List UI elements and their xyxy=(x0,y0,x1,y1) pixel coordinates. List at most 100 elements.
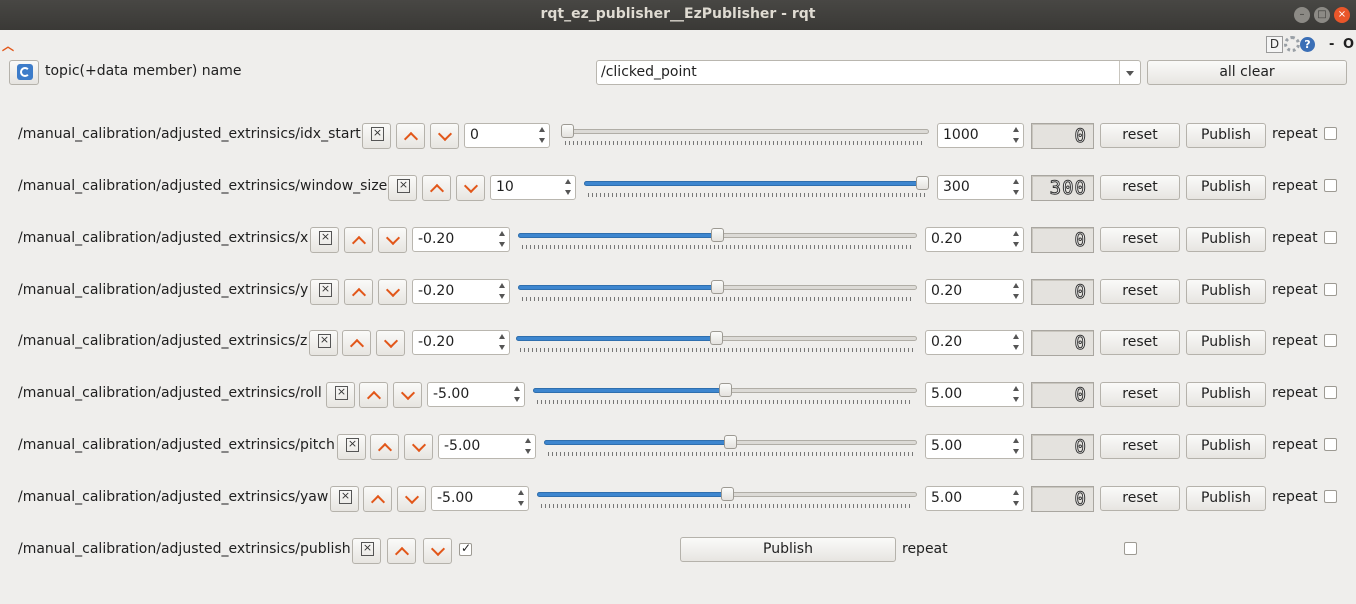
minimize-icon[interactable]: – xyxy=(1294,7,1310,23)
reset-button[interactable]: reset xyxy=(1100,330,1180,355)
repeat-checkbox[interactable] xyxy=(1324,127,1337,140)
spin-arrows-icon[interactable] xyxy=(496,280,509,303)
move-up-button[interactable] xyxy=(363,486,392,512)
repeat-checkbox[interactable] xyxy=(1324,231,1337,244)
remove-button[interactable] xyxy=(337,434,366,460)
move-down-button[interactable] xyxy=(378,279,407,305)
move-up-button[interactable] xyxy=(370,434,399,460)
publish-button[interactable]: Publish xyxy=(1186,279,1266,304)
spin-arrows-icon[interactable] xyxy=(1010,280,1023,303)
max-value-spinbox[interactable]: 5.00 xyxy=(925,434,1024,459)
move-down-button[interactable] xyxy=(404,434,433,460)
dock-d-button[interactable]: D xyxy=(1266,35,1283,53)
refresh-button[interactable] xyxy=(9,60,39,85)
help-icon[interactable]: ? xyxy=(1300,36,1315,52)
publish-button[interactable]: Publish xyxy=(1186,123,1266,148)
move-down-button[interactable] xyxy=(430,123,459,149)
move-up-button[interactable] xyxy=(344,279,373,305)
spin-arrows-icon[interactable] xyxy=(511,383,524,406)
max-value-spinbox[interactable]: 5.00 xyxy=(925,382,1024,407)
slider-handle[interactable] xyxy=(916,176,929,190)
slider-handle[interactable] xyxy=(724,435,737,449)
dock-minimize-button[interactable]: - xyxy=(1329,37,1334,52)
spin-arrows-icon[interactable] xyxy=(522,435,535,458)
reset-button[interactable]: reset xyxy=(1100,123,1180,148)
remove-button[interactable] xyxy=(309,330,338,356)
slider-handle[interactable] xyxy=(711,228,724,242)
repeat-checkbox[interactable] xyxy=(1124,542,1137,555)
move-up-button[interactable] xyxy=(359,382,388,408)
min-value-spinbox[interactable]: 0 xyxy=(464,123,550,148)
remove-button[interactable] xyxy=(310,279,339,305)
spin-arrows-icon[interactable] xyxy=(1010,331,1023,354)
dock-close-button[interactable]: O xyxy=(1343,37,1354,52)
spin-arrows-icon[interactable] xyxy=(536,124,549,147)
value-slider[interactable] xyxy=(533,383,917,405)
value-slider[interactable] xyxy=(516,331,917,353)
repeat-checkbox[interactable] xyxy=(1324,386,1337,399)
remove-button[interactable] xyxy=(388,175,417,201)
remove-button[interactable] xyxy=(352,538,381,564)
spin-arrows-icon[interactable] xyxy=(1010,487,1023,510)
chevron-down-icon[interactable] xyxy=(1119,61,1140,84)
max-value-spinbox[interactable]: 5.00 xyxy=(925,486,1024,511)
repeat-checkbox[interactable] xyxy=(1324,283,1337,296)
value-slider[interactable] xyxy=(537,487,917,509)
min-value-spinbox[interactable]: 10 xyxy=(490,175,576,200)
move-down-button[interactable] xyxy=(378,227,407,253)
slider-handle[interactable] xyxy=(710,331,723,345)
repeat-checkbox[interactable] xyxy=(1324,438,1337,451)
reset-button[interactable]: reset xyxy=(1100,382,1180,407)
topic-combobox[interactable]: /clicked_point xyxy=(596,60,1141,85)
slider-handle[interactable] xyxy=(711,280,724,294)
all-clear-button[interactable]: all clear xyxy=(1147,60,1347,85)
move-up-button[interactable] xyxy=(387,538,416,564)
reset-button[interactable]: reset xyxy=(1100,486,1180,511)
move-up-button[interactable] xyxy=(396,123,425,149)
publish-button[interactable]: Publish xyxy=(1186,486,1266,511)
spin-arrows-icon[interactable] xyxy=(1010,435,1023,458)
move-down-button[interactable] xyxy=(456,175,485,201)
value-slider[interactable] xyxy=(561,124,929,146)
publish-value-checkbox[interactable] xyxy=(459,541,472,556)
min-value-spinbox[interactable]: -5.00 xyxy=(431,486,529,511)
spin-arrows-icon[interactable] xyxy=(1010,228,1023,251)
value-slider[interactable] xyxy=(584,176,929,198)
reset-button[interactable]: reset xyxy=(1100,279,1180,304)
spin-arrows-icon[interactable] xyxy=(1010,124,1023,147)
slider-handle[interactable] xyxy=(719,383,732,397)
collapse-chevron-icon[interactable]: ︿ xyxy=(2,37,14,54)
slider-handle[interactable] xyxy=(721,487,734,501)
remove-button[interactable] xyxy=(326,382,355,408)
remove-button[interactable] xyxy=(310,227,339,253)
max-value-spinbox[interactable]: 300 xyxy=(937,175,1024,200)
publish-button[interactable]: Publish xyxy=(1186,175,1266,200)
max-value-spinbox[interactable]: 1000 xyxy=(937,123,1024,148)
spin-arrows-icon[interactable] xyxy=(496,228,509,251)
value-slider[interactable] xyxy=(518,228,917,250)
move-down-button[interactable] xyxy=(376,330,405,356)
publish-button[interactable]: Publish xyxy=(1186,434,1266,459)
remove-button[interactable] xyxy=(330,486,359,512)
reset-button[interactable]: reset xyxy=(1100,175,1180,200)
value-slider[interactable] xyxy=(544,435,917,457)
slider-handle[interactable] xyxy=(561,124,574,138)
maximize-icon[interactable]: □ xyxy=(1314,7,1330,23)
close-icon[interactable]: × xyxy=(1334,7,1350,23)
min-value-spinbox[interactable]: -0.20 xyxy=(412,330,510,355)
spin-arrows-icon[interactable] xyxy=(1010,176,1023,199)
max-value-spinbox[interactable]: 0.20 xyxy=(925,227,1024,252)
reset-button[interactable]: reset xyxy=(1100,227,1180,252)
spin-arrows-icon[interactable] xyxy=(496,331,509,354)
spin-arrows-icon[interactable] xyxy=(1010,383,1023,406)
move-up-button[interactable] xyxy=(344,227,373,253)
reset-button[interactable]: reset xyxy=(1100,434,1180,459)
min-value-spinbox[interactable]: -5.00 xyxy=(427,382,525,407)
max-value-spinbox[interactable]: 0.20 xyxy=(925,279,1024,304)
move-down-button[interactable] xyxy=(423,538,452,564)
min-value-spinbox[interactable]: -0.20 xyxy=(412,227,510,252)
repeat-checkbox[interactable] xyxy=(1324,334,1337,347)
repeat-checkbox[interactable] xyxy=(1324,179,1337,192)
publish-button[interactable]: Publish xyxy=(680,537,896,562)
repeat-checkbox[interactable] xyxy=(1324,490,1337,503)
